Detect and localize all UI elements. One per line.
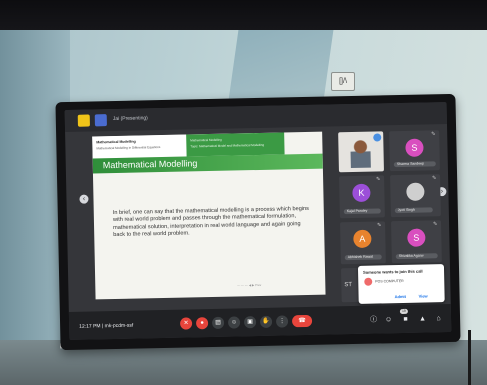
previous-arrow-icon[interactable]: ‹ <box>79 194 89 204</box>
present-icon[interactable]: ▣ <box>243 316 257 329</box>
pin-icon[interactable]: ✎ <box>431 131 435 137</box>
more-options-icon[interactable]: ⋮ <box>275 315 289 328</box>
chat-icon[interactable]: ■ <box>401 315 410 324</box>
avatar: K <box>352 183 371 203</box>
participant-tile[interactable]: S Shivalika Agarw ✎ <box>391 220 442 264</box>
avatar: S <box>405 138 424 157</box>
pin-icon[interactable]: ✎ <box>377 222 381 228</box>
avatar: A <box>353 229 372 249</box>
participant-name: Sharma Sandeep <box>393 161 436 168</box>
participant-video <box>350 137 371 169</box>
pin-icon[interactable]: ✎ <box>433 221 437 227</box>
requester-avatar <box>364 277 373 286</box>
leave-call-button[interactable]: ☎ <box>291 314 313 328</box>
presenter-label: Jai (Presenting) <box>112 115 148 123</box>
join-request-title: Someone wants to join this call <box>363 268 423 275</box>
participant-name: Abhishek Rawat <box>344 254 382 261</box>
captions-icon[interactable]: ▤ <box>211 316 225 329</box>
host-controls-icon[interactable]: ⌂ <box>434 314 443 323</box>
presenter-icon <box>94 114 107 127</box>
slide-header-left-line1: Mathematical Modelling <box>96 139 136 145</box>
pin-icon[interactable]: ✎ <box>376 176 380 182</box>
raise-hand-icon[interactable]: ✋ <box>259 315 273 328</box>
avatar <box>406 182 425 201</box>
admit-button[interactable]: Admit <box>395 294 406 299</box>
avatar: S <box>407 228 426 247</box>
camera-off-icon[interactable]: ● <box>195 317 209 330</box>
meeting-time-code: 12:17 PM | mk-pcdm-ssf <box>79 322 134 330</box>
slide-body-text: In brief, one can say that the mathemati… <box>112 205 310 238</box>
people-count-badge: 19 <box>399 308 408 315</box>
slide-header-right-line1: Mathematical Modelling <box>190 137 222 143</box>
emoji-icon[interactable]: ☺ <box>227 316 241 329</box>
join-request-popup: Someone wants to join this call POS COMP… <box>357 264 445 304</box>
power-outlet: []/\ <box>331 72 355 91</box>
meet-logo-icon <box>77 114 90 127</box>
meeting-screen: Jai (Presenting) ‹ › Mathematical Modell… <box>64 102 452 340</box>
shared-slide: Mathematical Modelling Mathematical Mode… <box>92 131 326 300</box>
participant-name: Shivalika Agarw <box>395 253 438 260</box>
participant-initials: ST <box>344 282 353 289</box>
meeting-control-bar: 12:17 PM | mk-pcdm-ssf ✕ ● ▤ ☺ ▣ ✋ ⋮ ☎ ⓘ… <box>68 303 452 340</box>
participant-tile[interactable]: K Kajal Pandey ✎ <box>339 175 385 219</box>
participant-tile[interactable]: Jyoti Singh ✎ <box>390 174 441 218</box>
speaking-icon <box>373 133 382 142</box>
activities-icon[interactable]: ▲ <box>418 314 427 323</box>
power-cable <box>468 330 471 385</box>
mic-off-icon[interactable]: ✕ <box>179 317 193 330</box>
participant-tile[interactable]: A Abhishek Rawat ✎ <box>340 221 386 265</box>
participant-tile[interactable]: S Sharma Sandeep ✎ <box>389 130 440 172</box>
info-icon[interactable]: ⓘ <box>369 316 378 325</box>
participant-name: Kajal Pandey <box>343 208 381 215</box>
participant-tile-video[interactable] <box>338 131 384 173</box>
people-icon[interactable]: ☺ <box>384 315 393 324</box>
pin-icon[interactable]: ✎ <box>432 175 436 181</box>
meeting-top-bar: Jai (Presenting) <box>64 102 447 133</box>
slide-navigation[interactable]: — — — ◀ ▶ Prev <box>237 283 261 288</box>
participant-name: Jyoti Singh <box>394 207 433 214</box>
view-button[interactable]: View <box>419 293 428 298</box>
requester-name: POS COMPUTER <box>375 278 404 284</box>
slide-title: Mathematical Modelling <box>102 158 198 171</box>
monitor: Jai (Presenting) ‹ › Mathematical Modell… <box>55 93 461 351</box>
